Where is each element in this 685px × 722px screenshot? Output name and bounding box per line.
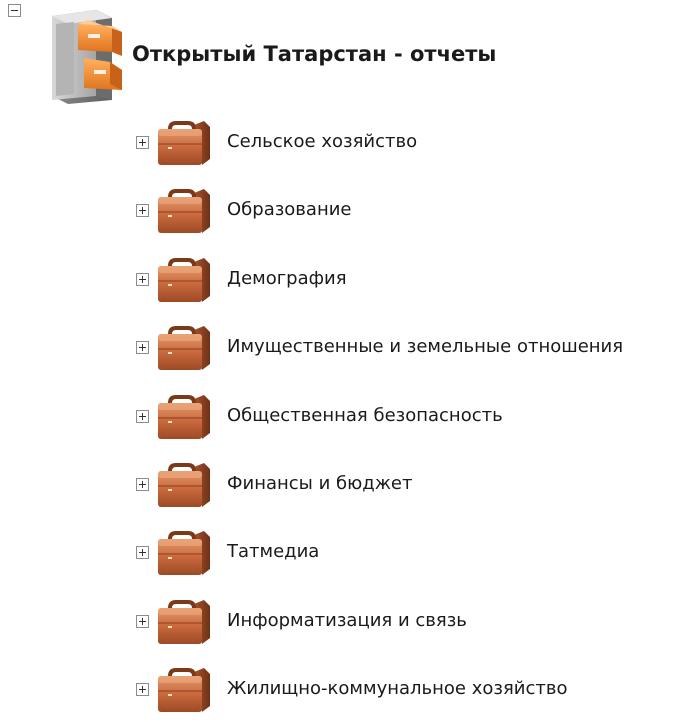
tree-node[interactable]: Общественная безопасность [136,394,681,449]
tree-node[interactable]: Финансы и бюджет [136,463,681,517]
tree-node[interactable]: Демография [136,257,681,312]
expand-toggle-icon[interactable] [136,683,149,697]
briefcase-icon [158,121,210,165]
tree-node-label[interactable]: Образование [227,199,352,220]
expand-toggle-icon[interactable] [136,614,149,628]
expand-toggle-icon[interactable] [136,409,149,423]
briefcase-icon [158,189,210,234]
briefcase-icon [158,326,210,371]
briefcase-icon [158,599,210,644]
tree-node-label[interactable]: Информатизация и связь [227,610,467,631]
tree-children: Сельское хозяйство Образование Демография И… [0,0,685,713]
tree-node[interactable]: Образование [136,189,681,243]
tree-node[interactable]: Жилищно-коммунальное хозяйство [136,668,681,722]
tree-node-label[interactable]: Татмедиа [227,541,319,562]
expand-toggle-icon[interactable] [136,341,149,355]
tree-node-label[interactable]: Жилищно-коммунальное хозяйство [227,678,567,699]
tree-node-label[interactable]: Общественная безопасность [227,405,503,426]
expand-toggle-icon[interactable] [136,136,149,149]
expand-toggle-icon[interactable] [136,204,149,218]
briefcase-icon [158,668,210,713]
briefcase-icon [158,463,210,507]
briefcase-icon [158,531,210,576]
tree-node[interactable]: Имущественные и земельные отношения [136,326,681,380]
expand-toggle-icon[interactable] [136,546,149,560]
tree-node-label[interactable]: Финансы и бюджет [227,473,412,494]
tree-node[interactable]: Информатизация и связь [136,599,681,654]
briefcase-icon [158,394,210,439]
briefcase-icon [158,257,210,302]
expand-toggle-icon[interactable] [136,272,149,286]
tree-node-label[interactable]: Сельское хозяйство [227,131,417,152]
tree-node-label[interactable]: Имущественные и земельные отношения [227,336,623,357]
tree-node[interactable]: Сельское хозяйство [136,121,681,175]
tree-node[interactable]: Татмедиа [136,531,681,585]
tree-node-label[interactable]: Демография [227,268,347,289]
expand-toggle-icon[interactable] [136,478,149,491]
